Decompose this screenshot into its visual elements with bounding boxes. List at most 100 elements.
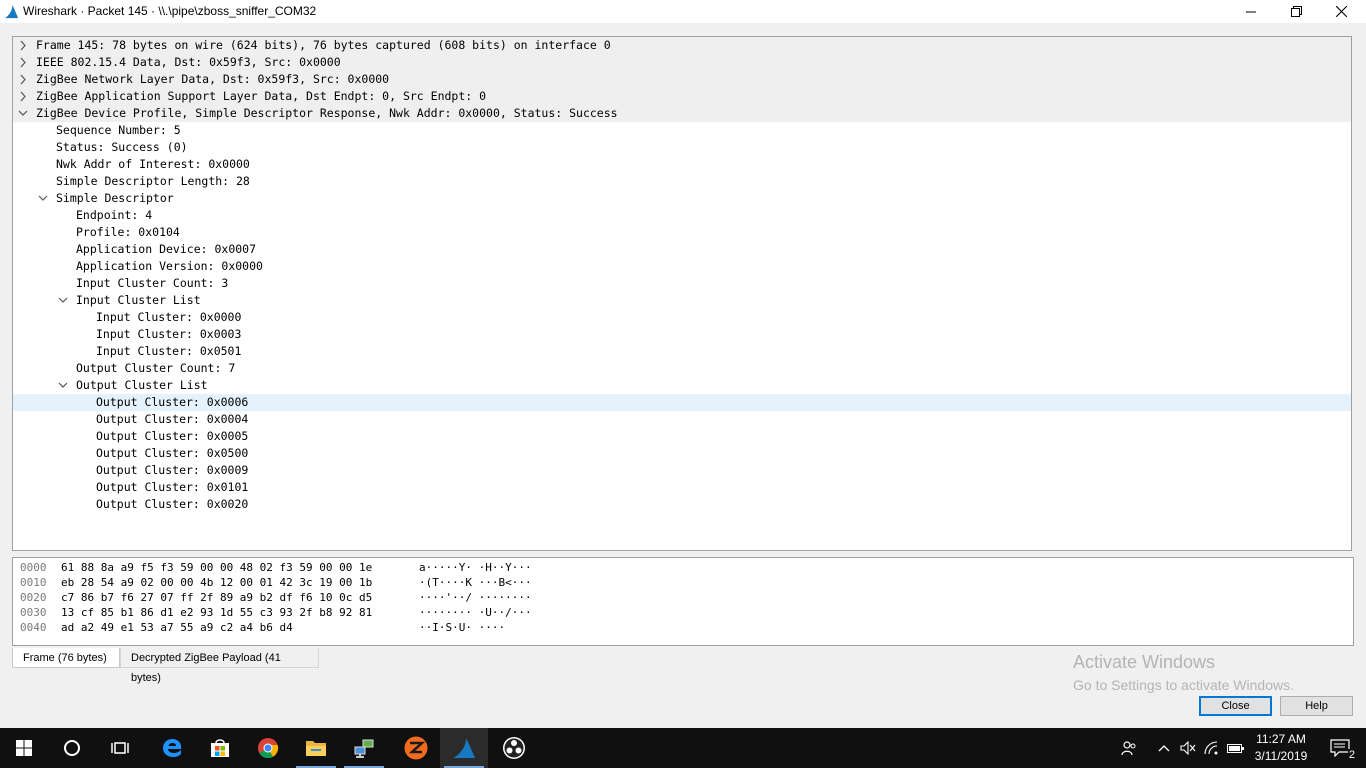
tree-row[interactable]: Input Cluster: 0x0501 [13,343,1351,360]
wireshark-app[interactable] [440,728,488,768]
tree-row[interactable]: Input Cluster List [13,292,1351,309]
tree-row[interactable]: Application Version: 0x0000 [13,258,1351,275]
restore-icon [1290,6,1302,17]
chrome-app[interactable] [244,728,292,768]
cortana-button[interactable] [48,728,96,768]
tree-row[interactable]: Output Cluster: 0x0020 [13,496,1351,513]
close-icon [1335,6,1347,17]
tab-decrypted-payload[interactable]: Decrypted ZigBee Payload (41 bytes) [120,648,319,684]
wifi-icon [1204,741,1218,755]
volume-muted-icon [1180,741,1196,755]
restore-button[interactable] [1273,0,1319,23]
action-center-button[interactable]: 2 [1320,728,1360,768]
tree-row[interactable]: Profile: 0x0104 [13,224,1351,241]
tree-row[interactable]: Input Cluster: 0x0003 [13,326,1351,343]
tree-row-label: Input Cluster Count: 3 [76,276,229,290]
minimize-button[interactable] [1228,0,1274,23]
volume-button[interactable] [1178,728,1198,768]
cortana-circle-icon [64,740,80,756]
task-view-button[interactable] [96,728,144,768]
tree-row[interactable]: Output Cluster: 0x0009 [13,462,1351,479]
windows-logo-icon [16,740,32,756]
zboss-app[interactable] [392,728,440,768]
chevron-down-icon[interactable] [57,377,69,394]
edge-icon [163,739,182,757]
tree-row-label: Input Cluster List [76,293,201,307]
tree-row-label: Status: Success (0) [56,140,188,154]
tree-row[interactable]: Application Device: 0x0007 [13,241,1351,258]
tree-row-label: Sequence Number: 5 [56,123,181,137]
hex-ascii: ·(T····K ···B<··· [419,576,532,589]
people-icon [1121,741,1136,756]
tree-row[interactable]: Output Cluster List [13,377,1351,394]
task-view-icon [111,742,129,754]
hex-bytes: 61 88 8a a9 f5 f3 59 00 00 48 02 f3 59 0… [61,561,373,574]
hex-ascii: ········ ·U··/··· [419,606,532,619]
obs-icon [503,737,525,759]
tree-row[interactable]: Input Cluster Count: 3 [13,275,1351,292]
hex-bytes: 13 cf 85 b1 86 d1 e2 93 1d 55 c3 93 2f b… [61,606,373,619]
hex-ascii: ··I·S·U· ···· [419,621,506,634]
close-button[interactable]: Close [1199,696,1272,716]
wifi-button[interactable] [1202,728,1222,768]
packet-detail-tree[interactable]: Frame 145: 78 bytes on wire (624 bits), … [12,36,1352,551]
tree-row[interactable]: ZigBee Application Support Layer Data, D… [13,88,1351,105]
chevron-down-icon[interactable] [17,105,29,122]
tree-row[interactable]: Simple Descriptor Length: 28 [13,173,1351,190]
tree-row-label: Output Cluster: 0x0004 [96,412,249,426]
tree-row-label: Input Cluster: 0x0501 [96,344,242,358]
tree-row[interactable]: IEEE 802.15.4 Data, Dst: 0x59f3, Src: 0x… [13,54,1351,71]
tree-row[interactable]: Sequence Number: 5 [13,122,1351,139]
tree-row-label: ZigBee Application Support Layer Data, D… [36,89,487,103]
chevron-up-icon [1158,745,1170,752]
tree-row[interactable]: Frame 145: 78 bytes on wire (624 bits), … [13,37,1351,54]
title-bar: Wireshark · Packet 145 · \\.\pipe\zboss_… [0,0,1366,23]
network-computers-icon [354,739,374,758]
start-button[interactable] [0,728,48,768]
tree-row[interactable]: Status: Success (0) [13,139,1351,156]
tree-row[interactable]: Output Cluster: 0x0005 [13,428,1351,445]
tree-row-label: Input Cluster: 0x0003 [96,327,242,341]
tree-row-label: Output Cluster: 0x0020 [96,497,249,511]
tree-row[interactable]: Output Cluster: 0x0004 [13,411,1351,428]
close-window-button[interactable] [1318,0,1364,23]
people-button[interactable] [1116,728,1142,768]
tree-row[interactable]: Output Cluster: 0x0101 [13,479,1351,496]
show-hidden-icons-button[interactable] [1154,728,1174,768]
hex-ascii: a·····Y· ·H··Y··· [419,561,532,574]
activate-windows-watermark: Activate Windows [1073,652,1216,672]
network-tool-app[interactable] [340,728,388,768]
obs-app[interactable] [490,728,538,768]
packet-bytes-pane[interactable]: 0000 61 88 8a a9 f5 f3 59 00 00 48 02 f3 … [12,557,1354,646]
chevron-down-icon[interactable] [57,292,69,309]
tree-row[interactable]: Endpoint: 4 [13,207,1351,224]
chevron-right-icon[interactable] [17,37,29,54]
tree-row-label: Output Cluster: 0x0006 [96,395,249,409]
tree-row[interactable]: Simple Descriptor [13,190,1351,207]
tree-row[interactable]: Output Cluster: 0x0006 [13,394,1351,411]
tree-row[interactable]: Nwk Addr of Interest: 0x0000 [13,156,1351,173]
chevron-right-icon[interactable] [17,88,29,105]
window-title: Wireshark · Packet 145 · \\.\pipe\zboss_… [23,4,317,18]
chevron-down-icon[interactable] [37,190,49,207]
tree-row[interactable]: ZigBee Network Layer Data, Dst: 0x59f3, … [13,71,1351,88]
tree-row[interactable]: Output Cluster: 0x0500 [13,445,1351,462]
hex-ascii: ····'··/ ········ [419,591,532,604]
hex-offset: 0010 [20,576,47,589]
tree-row-label: Nwk Addr of Interest: 0x0000 [56,157,250,171]
tree-row[interactable]: Input Cluster: 0x0000 [13,309,1351,326]
tab-frame-bytes[interactable]: Frame (76 bytes) [12,648,120,668]
edge-app[interactable] [148,728,196,768]
battery-button[interactable] [1226,728,1246,768]
taskbar-clock[interactable]: 11:27 AM 3/11/2019 [1244,731,1318,765]
help-button[interactable]: Help [1280,696,1353,716]
tree-row-label: Output Cluster: 0x0500 [96,446,249,460]
chevron-right-icon[interactable] [17,71,29,88]
tree-row-label: Input Cluster: 0x0000 [96,310,242,324]
file-explorer-app[interactable] [292,728,340,768]
tree-row[interactable]: ZigBee Device Profile, Simple Descriptor… [13,105,1351,122]
clock-time: 11:27 AM [1256,732,1306,746]
tree-row[interactable]: Output Cluster Count: 7 [13,360,1351,377]
chevron-right-icon[interactable] [17,54,29,71]
store-app[interactable] [196,728,244,768]
